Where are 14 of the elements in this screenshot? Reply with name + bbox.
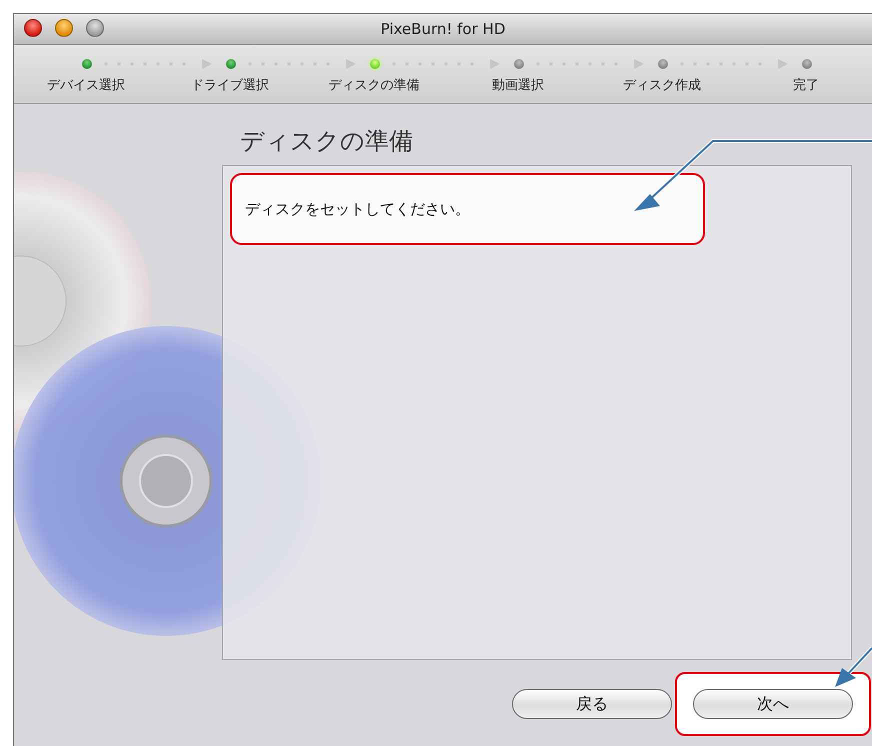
window-title: PixeBurn! for HD	[380, 20, 506, 38]
step-label: ドライブ選択	[191, 77, 269, 94]
instruction-text: ディスクをセットしてください。	[245, 200, 470, 218]
step-label: ディスク作成	[623, 77, 701, 94]
zoom-button[interactable]	[86, 19, 104, 37]
close-button[interactable]	[24, 19, 42, 37]
step-label: 動画選択	[492, 77, 544, 94]
nav-button[interactable]: 戻る	[512, 689, 672, 719]
nav-button[interactable]: 次へ	[693, 689, 853, 719]
step-label: 完了	[793, 77, 819, 94]
minimize-button[interactable]	[55, 19, 73, 37]
page-heading: ディスクの準備	[239, 126, 413, 157]
step-label: ディスクの準備	[328, 77, 420, 94]
step-label: デバイス選択	[47, 77, 125, 94]
